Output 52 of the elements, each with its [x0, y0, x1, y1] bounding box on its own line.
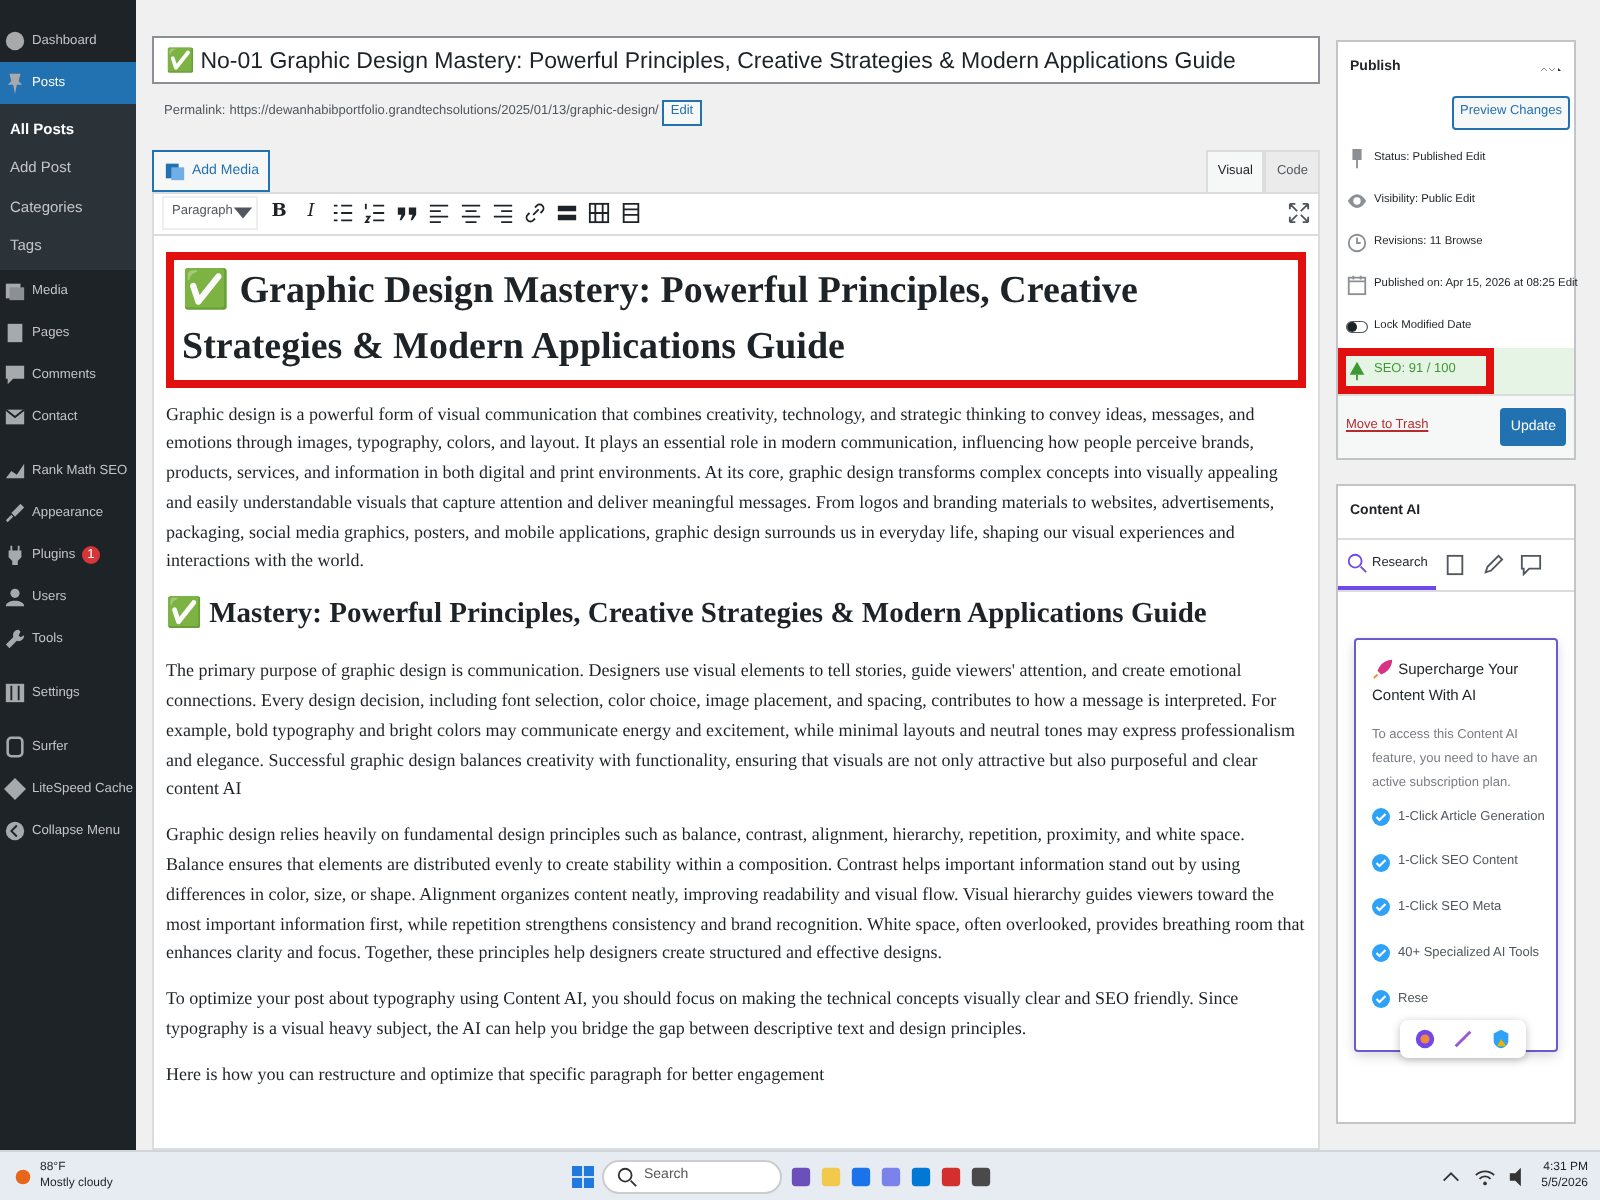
- align-left-icon[interactable]: [428, 202, 450, 224]
- calendar-icon: [1346, 273, 1368, 295]
- caret-icon: [232, 202, 255, 224]
- bullet-list-icon[interactable]: [332, 202, 354, 224]
- insert-more-icon[interactable]: [556, 202, 578, 224]
- wrench-icon: [4, 628, 26, 650]
- plug-icon: [4, 544, 26, 566]
- numbered-list-icon[interactable]: [364, 202, 386, 224]
- pin-icon: [1346, 147, 1368, 169]
- pencil-icon: [1481, 554, 1504, 576]
- paragraph: Graphic design relies heavily on fundamental design principles such as balance, contrast, alignment, hierarchy, repetition, proximity, and white space. Balance ensures that elements are distributed evenly to create stability within a composition. Contrast helps important information stand out by using differences in color, size, or shape. Alignment organizes content neatly, improving readability and visual flow. Visual hierarchy guides viewers toward the most important information first, while repetition strengthens consistency and brand recognition. White space, often overlooked, provides breathing room that enhances clarity and focus. Together, these principles help designers create structured and effective designs.: [166, 822, 1306, 967]
- search-icon: [616, 1165, 638, 1187]
- chart-icon: [4, 460, 26, 482]
- quote-icon[interactable]: [396, 202, 418, 224]
- toolbar-button[interactable]: I: [300, 202, 322, 224]
- toggle-switch[interactable]: [1346, 315, 1368, 337]
- windows-icon: [572, 1165, 594, 1187]
- document-icon: [1443, 554, 1466, 576]
- comment-icon: [4, 364, 26, 386]
- eye-icon: [1346, 189, 1368, 211]
- toolbar-button[interactable]: B: [268, 202, 290, 224]
- paragraph: Graphic design is a powerful form of visual communication that combines creativity, technology, and strategic thinking to convey ideas, messages, and emotions through images, typography, colors, and layout. It plays an essential role in modern communication, influencing how people perceive brands, products, services, and information in both digital and print environments. At its core, graphic design transforms complex concepts into visually appealing and easily understandable visuals that capture attention and deliver meaningful messages. From logos and branding materials to websites, advertisements, packaging, social media graphics, posters, and mobile applications, graphic design surrounds us in everyday life, shaping our visual experiences and interactions with the world.: [166, 401, 1280, 575]
- user-icon: [4, 586, 26, 608]
- align-center-icon[interactable]: [460, 202, 482, 224]
- tree-icon: [1346, 359, 1368, 381]
- pin-icon: [4, 72, 26, 94]
- wifi-icon: [1473, 1165, 1496, 1187]
- media-icon: [164, 159, 186, 181]
- page-icon: [4, 322, 26, 344]
- heading: ✅ Graphic Design Mastery: Powerful Principles, Creative Strategies & Modern Applications Guide: [166, 251, 1306, 387]
- paragraph: To optimize your post about typography using Content AI, you should focus on making the technical concepts visually clear and SEO friendly. Since typography is a visual heavy subject, the AI can help you bridge the gap between descriptive text and design principles.: [166, 986, 1241, 1043]
- title-field[interactable]: ✅ No-01 Graphic Design Mastery: Powerful Principles, Creative Strategies & Modern Applications Guide: [152, 36, 1320, 84]
- brush-icon: [4, 502, 26, 524]
- dashboard-icon: [4, 30, 26, 52]
- toolbar-toggle-icon[interactable]: [620, 202, 642, 224]
- link-icon[interactable]: [524, 202, 546, 224]
- shield-icon: [1490, 1027, 1512, 1049]
- paragraph: The primary purpose of graphic design is communication. Designers use visual elements to tell stories, guide viewers' attention, and create emotional connections. Every design decision, including font selection, color choice, image placement, and spacing, contributes to how a message is interpreted. For example, bold typography and bright colors may communicate energy and excitement, while minimal layouts and neutral tones may express professionalism and elegance. Successful graphic design balances creativity with functionality, ensuring that visuals are not only attractive but also purposeful and clear content AI: [166, 658, 1297, 803]
- table-icon[interactable]: [588, 202, 610, 224]
- align-right-icon[interactable]: [492, 202, 514, 224]
- media-icon: [4, 280, 26, 302]
- phone-icon: [4, 736, 26, 758]
- search-icon: [1346, 552, 1368, 574]
- weather-icon: [12, 1165, 34, 1187]
- clock-icon: [1346, 231, 1368, 253]
- paragraph: Here is how you can restructure and optimize that specific paragraph for better engagement: [166, 1061, 827, 1088]
- colorful-circle-icon: [1414, 1027, 1436, 1049]
- pen-icon: [1452, 1027, 1474, 1049]
- fullscreen-icon[interactable]: [1288, 202, 1310, 224]
- subheading: ✅ Mastery: Powerful Principles, Creative Strategies & Modern Applications Guide: [166, 594, 1209, 635]
- diamond-icon: [4, 778, 26, 800]
- chat-icon: [1519, 554, 1542, 576]
